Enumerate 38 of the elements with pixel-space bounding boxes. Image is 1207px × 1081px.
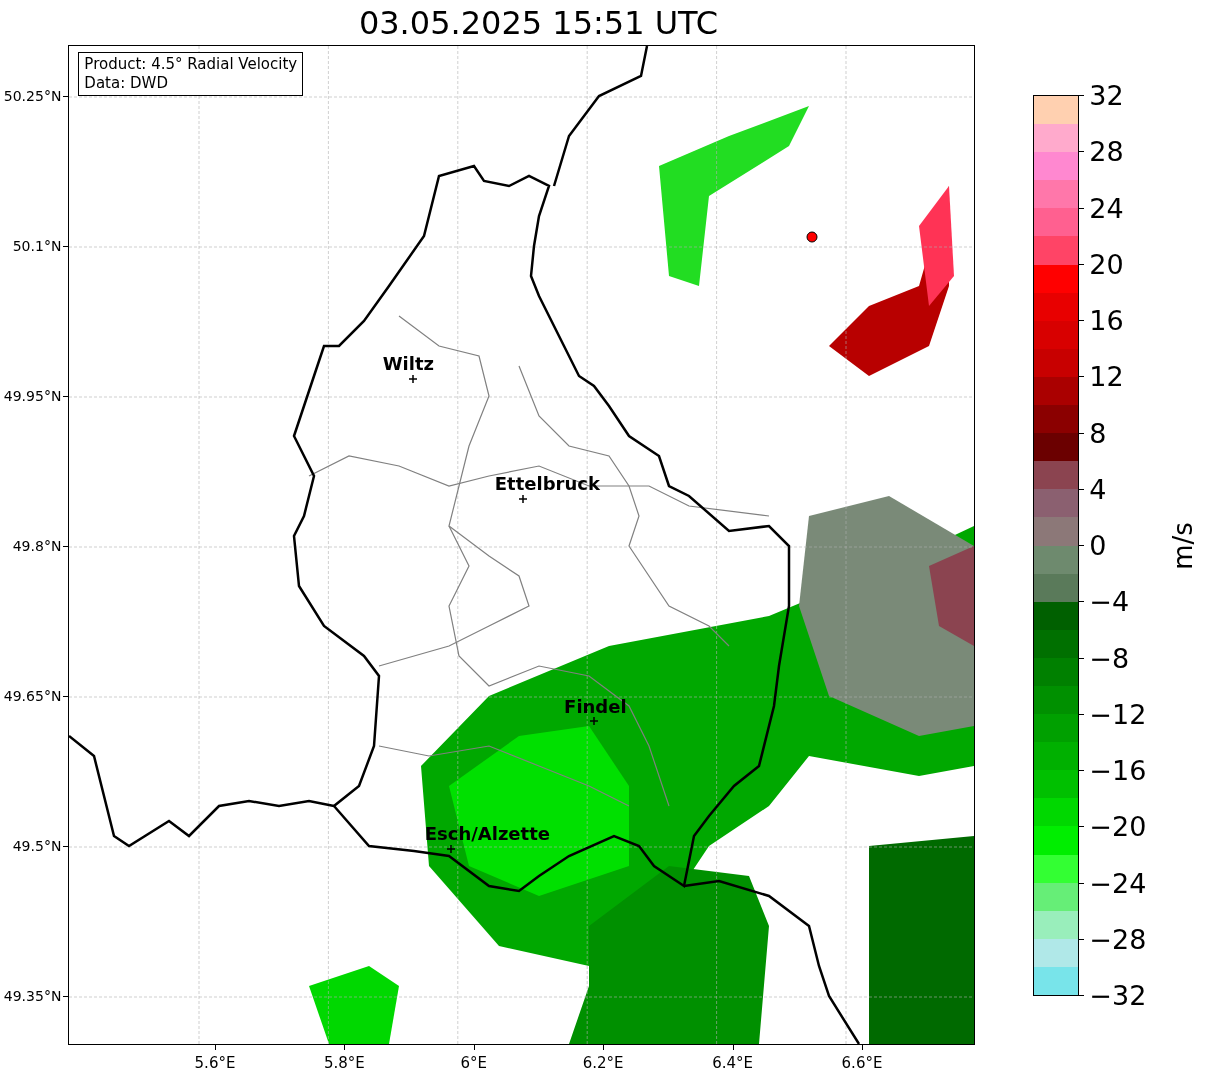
colorbar-label: −4 <box>1089 585 1130 617</box>
colorbar-label: −16 <box>1089 754 1147 786</box>
longitude-label: 5.6°E <box>194 1054 236 1072</box>
longitude-label: 6°E <box>460 1054 488 1072</box>
longitude-label: 6.4°E <box>712 1054 753 1072</box>
latitude-label: 49.8°N <box>12 538 62 554</box>
colorbar-label: 8 <box>1089 417 1107 448</box>
info-text: Product: 4.5° Radial Velocity <box>84 55 298 74</box>
colorbar-label: −28 <box>1089 923 1147 955</box>
colorbar-label: 0 <box>1089 529 1107 561</box>
colorbar-label: −8 <box>1089 642 1130 673</box>
colorbar-label: 20 <box>1089 248 1124 280</box>
city-label: Ettelbruck <box>494 472 600 494</box>
chart-title: 03.05.2025 15:51 UTC <box>358 3 719 42</box>
colorbar-label: −20 <box>1089 810 1147 842</box>
colorbar-label: 16 <box>1089 304 1124 336</box>
colorbar-label: −24 <box>1089 867 1147 898</box>
info-text: Data: DWD <box>84 74 169 93</box>
latitude-label: 49.65°N <box>3 688 62 704</box>
colorbar-unit: m/s <box>1168 521 1199 570</box>
colorbar-label: 28 <box>1089 135 1124 167</box>
latitude-label: 49.95°N <box>3 388 62 404</box>
longitude-label: 6.6°E <box>841 1054 883 1072</box>
colorbar-label: 4 <box>1089 473 1107 505</box>
latitude-label: 50.25°N <box>3 88 62 104</box>
colorbar-label: 12 <box>1089 360 1124 392</box>
longitude-label: 5.8°E <box>323 1054 365 1072</box>
city-label: Wiltz <box>382 352 434 374</box>
latitude-label: 49.35°N <box>3 988 62 1004</box>
latitude-label: 50.1°N <box>12 238 62 254</box>
colorbar-label: 24 <box>1089 192 1124 223</box>
colorbar-label: −12 <box>1089 698 1147 730</box>
city-label: Esch/Alzette <box>424 822 550 844</box>
colorbar-label: −32 <box>1089 979 1147 1011</box>
city-label: Findel <box>564 695 627 717</box>
colorbar-label: 32 <box>1089 79 1124 111</box>
longitude-label: 6.2°E <box>582 1054 624 1072</box>
latitude-label: 49.5°N <box>12 838 62 854</box>
